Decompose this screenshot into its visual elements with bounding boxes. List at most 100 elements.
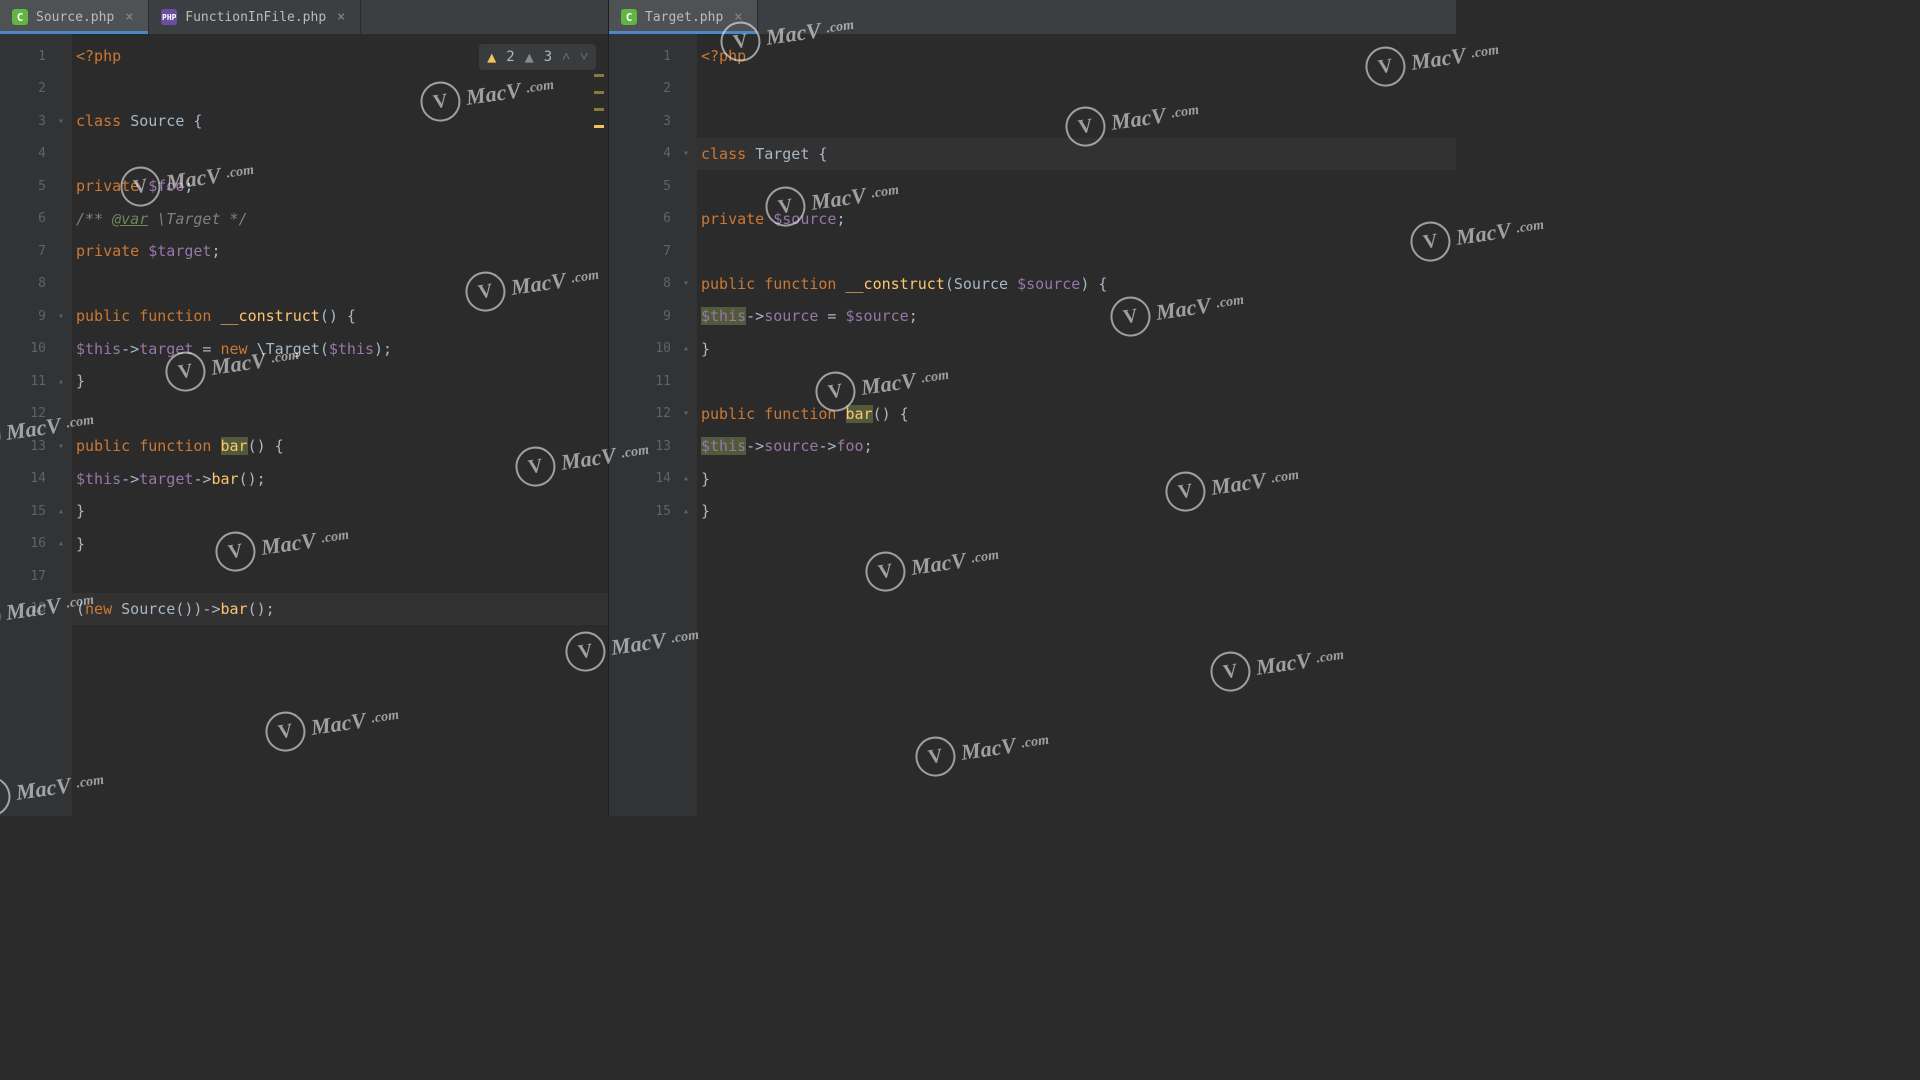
line-number: 3 [663, 114, 671, 129]
fold-icon[interactable]: ▴ [679, 342, 693, 356]
line-number: 18 [30, 601, 46, 616]
editor-right[interactable]: 1 2 3 4▾ 5 6 7 8▾ 9 10▴ 11 12▾ 13 14▴ 15… [609, 34, 1456, 816]
editor-pane-right: C Target.php × 1 2 3 4▾ 5 6 7 8▾ 9 10▴ 1… [609, 0, 1456, 816]
code-area-right[interactable]: <?php class Target { private $source; pu… [697, 34, 1456, 816]
close-icon[interactable]: × [731, 10, 745, 24]
prev-highlight-icon[interactable]: ˄ [562, 49, 570, 66]
inspection-bar[interactable]: ▲ 2 ▲ 3 ˄ ˅ [479, 44, 596, 70]
code-text: $foo [148, 177, 184, 195]
code-text: () [873, 405, 891, 423]
code-text: } [76, 372, 85, 390]
code-text: private [701, 210, 764, 228]
tab-label: Source.php [36, 10, 114, 25]
line-number: 5 [38, 179, 46, 194]
code-text: $source [1017, 275, 1080, 293]
fold-icon[interactable]: ▾ [679, 147, 693, 161]
code-text: function [764, 275, 836, 293]
line-number: 12 [30, 406, 46, 421]
line-number: 1 [38, 49, 46, 64]
code-text: } [701, 470, 710, 488]
tab-functioninfile-php[interactable]: PHP FunctionInFile.php × [149, 0, 361, 34]
fold-icon[interactable]: ▴ [54, 374, 68, 388]
code-text: public [701, 275, 755, 293]
marker[interactable] [594, 91, 604, 94]
code-text: <?php [76, 47, 121, 65]
code-text: -> [121, 340, 139, 358]
code-text: -> [818, 437, 836, 455]
marker[interactable] [594, 125, 604, 128]
fold-icon[interactable]: ▴ [54, 504, 68, 518]
gutter-left[interactable]: 1 2 3▾ 4 5 6 7 8 9▾ 10 11▴ 12 13▾ 14 15▴… [0, 34, 72, 816]
fold-icon[interactable]: ▴ [54, 537, 68, 551]
line-number: 2 [663, 81, 671, 96]
code-text: { [266, 437, 284, 455]
tab-source-php[interactable]: C Source.php × [0, 0, 149, 34]
weak-warning-count: 3 [544, 49, 552, 65]
tab-bar-right: C Target.php × [609, 0, 1456, 34]
line-number: 2 [38, 81, 46, 96]
line-number: 8 [663, 276, 671, 291]
line-number: 13 [655, 439, 671, 454]
marker[interactable] [594, 74, 604, 77]
code-text: $target [148, 242, 211, 260]
code-area-left[interactable]: ▲ 2 ▲ 3 ˄ ˅ <?php class Source { private… [72, 34, 608, 816]
code-text: { [1089, 275, 1107, 293]
code-text: $this [701, 437, 746, 455]
fold-icon[interactable]: ▾ [54, 114, 68, 128]
code-text: Source())-> [112, 600, 220, 618]
code-text: private [76, 177, 139, 195]
code-text: } [76, 502, 85, 520]
fold-icon[interactable]: ▾ [54, 439, 68, 453]
code-text: \Target( [248, 340, 329, 358]
code-text: class [76, 112, 121, 130]
fold-icon[interactable]: ▾ [679, 407, 693, 421]
line-number: 10 [655, 341, 671, 356]
code-text: Source [954, 275, 1017, 293]
gutter-right[interactable]: 1 2 3 4▾ 5 6 7 8▾ 9 10▴ 11 12▾ 13 14▴ 15… [609, 34, 697, 816]
code-text: */ [230, 210, 248, 228]
line-number: 15 [655, 504, 671, 519]
code-text: ( [945, 275, 954, 293]
fold-icon[interactable]: ▴ [679, 504, 693, 518]
marker-strip[interactable] [594, 74, 604, 128]
line-number: 8 [38, 276, 46, 291]
file-type-icon: C [621, 9, 637, 25]
line-number: 13 [30, 439, 46, 454]
code-text: -> [193, 470, 211, 488]
code-text: { [184, 112, 202, 130]
code-text: Source [130, 112, 184, 130]
tab-label: FunctionInFile.php [185, 10, 326, 25]
line-number: 6 [663, 211, 671, 226]
code-text: __construct [221, 307, 320, 325]
code-text: function [764, 405, 836, 423]
line-number: 11 [655, 374, 671, 389]
code-text: ( [76, 600, 85, 618]
editor-left[interactable]: 1 2 3▾ 4 5 6 7 8 9▾ 10 11▴ 12 13▾ 14 15▴… [0, 34, 608, 816]
fold-icon[interactable]: ▴ [679, 472, 693, 486]
code-text: foo [836, 437, 863, 455]
code-text: bar [846, 405, 873, 423]
marker[interactable] [594, 108, 604, 111]
code-text: = [193, 340, 220, 358]
fold-icon[interactable]: ▾ [54, 309, 68, 323]
line-number: 10 [30, 341, 46, 356]
line-number: 3 [38, 114, 46, 129]
fold-icon[interactable]: ▾ [679, 277, 693, 291]
code-text: (); [248, 600, 275, 618]
close-icon[interactable]: × [334, 10, 348, 24]
line-number: 9 [38, 309, 46, 324]
close-icon[interactable]: × [122, 10, 136, 24]
line-number: 14 [30, 471, 46, 486]
line-number: 6 [38, 211, 46, 226]
code-text: $this [701, 307, 746, 325]
line-number: 15 [30, 504, 46, 519]
code-text: ); [374, 340, 392, 358]
line-number: 7 [38, 244, 46, 259]
code-text: (); [239, 470, 266, 488]
code-text: Target [755, 145, 809, 163]
next-highlight-icon[interactable]: ˅ [580, 49, 588, 66]
code-text: -> [121, 470, 139, 488]
tab-target-php[interactable]: C Target.php × [609, 0, 758, 34]
line-number: 1 [663, 49, 671, 64]
code-text: $this [329, 340, 374, 358]
